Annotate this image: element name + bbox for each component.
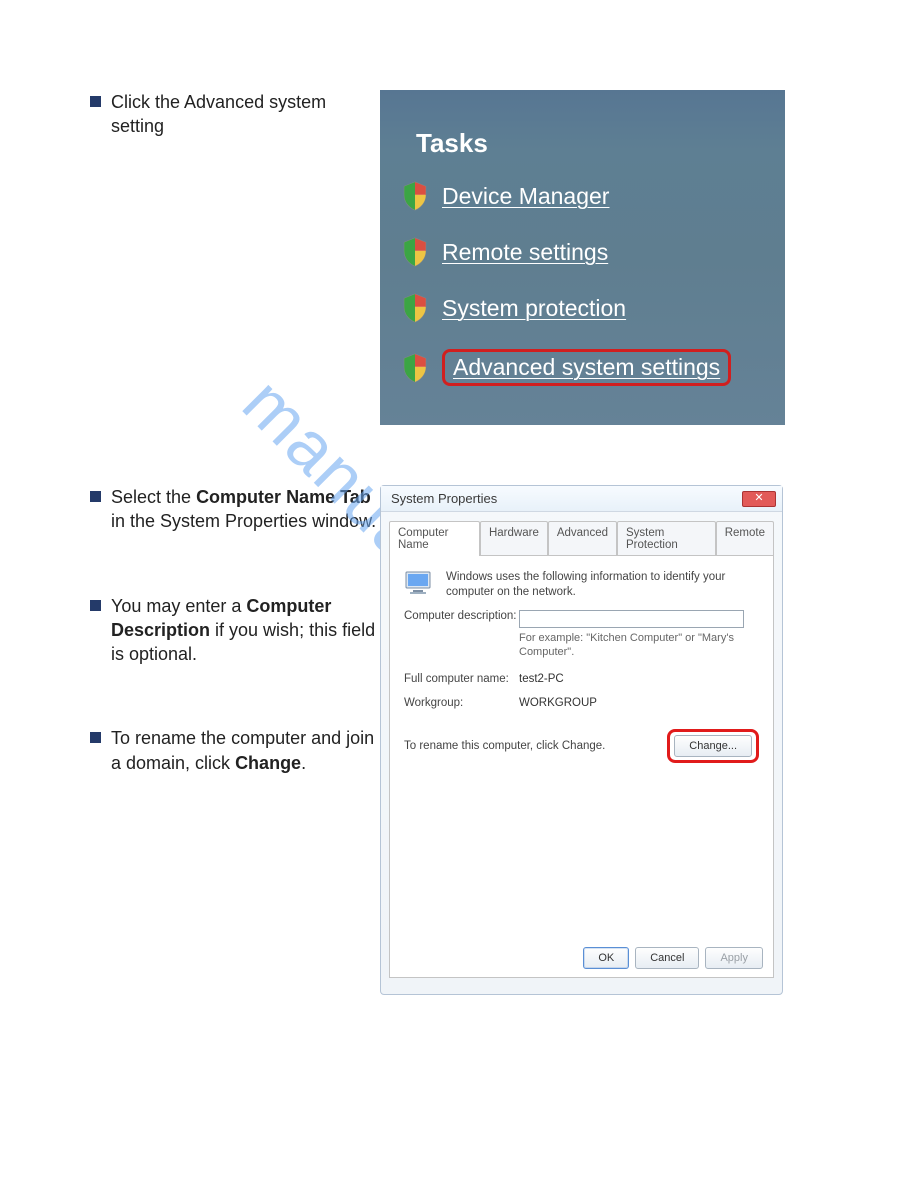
tab-bar: Computer Name Hardware Advanced System P…	[389, 520, 774, 555]
change-button[interactable]: Change...	[674, 735, 752, 757]
close-button[interactable]: ✕	[742, 491, 776, 507]
step-2-pre: Select the	[111, 487, 196, 507]
step-3-pre: You may enter a	[111, 596, 246, 616]
step-1-text: Click the Advanced system setting	[111, 90, 380, 139]
shield-icon	[402, 237, 428, 267]
label-full-computer-name: Full computer name:	[404, 673, 519, 685]
highlight-box: Change...	[667, 729, 759, 763]
task-system-protection[interactable]: System protection	[402, 293, 765, 323]
dialog-info-text: Windows uses the following information t…	[446, 570, 759, 600]
apply-button[interactable]: Apply	[705, 947, 763, 969]
step-2: Select the Computer Name Tab in the Syst…	[90, 485, 380, 534]
steps-column: Select the Computer Name Tab in the Syst…	[90, 485, 380, 775]
tab-panel-computer-name: Windows uses the following information t…	[389, 555, 774, 978]
task-remote-settings[interactable]: Remote settings	[402, 237, 765, 267]
bullet-icon	[90, 96, 101, 107]
row-rename: To rename this computer, click Change. C…	[404, 729, 759, 763]
row-step-1-tasks: Click the Advanced system setting Tasks …	[90, 90, 838, 425]
shield-icon	[402, 293, 428, 323]
cancel-button[interactable]: Cancel	[635, 947, 699, 969]
rename-text: To rename this computer, click Change.	[404, 740, 605, 752]
close-icon: ✕	[754, 493, 763, 504]
shield-icon	[402, 353, 428, 383]
step-1: Click the Advanced system setting	[90, 90, 380, 139]
task-link-remote-settings[interactable]: Remote settings	[442, 239, 608, 266]
tab-computer-name[interactable]: Computer Name	[389, 521, 480, 556]
value-workgroup: WORKGROUP	[519, 697, 597, 709]
dialog-info-line: Windows uses the following information t…	[404, 570, 759, 600]
step-2-post: in the System Properties window.	[111, 511, 376, 531]
bullet-icon	[90, 491, 101, 502]
step-4: To rename the computer and join a domain…	[90, 726, 380, 775]
ok-button[interactable]: OK	[583, 947, 629, 969]
system-properties-dialog: System Properties ✕ Computer Name Hardwa…	[380, 485, 783, 995]
highlight-box: Advanced system settings	[442, 349, 731, 386]
row-full-computer-name: Full computer name: test2-PC	[404, 673, 759, 685]
step-4-text: To rename the computer and join a domain…	[111, 726, 380, 775]
tasks-title: Tasks	[416, 128, 765, 159]
row-computer-description: Computer description:	[404, 610, 759, 628]
step-2-text: Select the Computer Name Tab in the Syst…	[111, 485, 380, 534]
computer-description-input[interactable]	[519, 610, 744, 628]
task-device-manager[interactable]: Device Manager	[402, 181, 765, 211]
bullet-icon	[90, 600, 101, 611]
step-3-text: You may enter a Computer Description if …	[111, 594, 380, 667]
tab-system-protection[interactable]: System Protection	[617, 521, 716, 556]
tasks-panel: Tasks Device Manager Remote settings	[380, 90, 785, 425]
value-full-computer-name: test2-PC	[519, 673, 564, 685]
computer-icon	[404, 570, 436, 598]
row-workgroup: Workgroup: WORKGROUP	[404, 697, 759, 709]
dialog-button-row: OK Cancel Apply	[583, 947, 763, 969]
step-4-bold: Change	[235, 753, 301, 773]
bullet-icon	[90, 732, 101, 743]
task-advanced-system-settings[interactable]: Advanced system settings	[402, 349, 765, 386]
description-hint: For example: "Kitchen Computer" or "Mary…	[519, 632, 759, 660]
tab-remote[interactable]: Remote	[716, 521, 774, 556]
step-2-bold: Computer Name Tab	[196, 487, 371, 507]
tab-hardware[interactable]: Hardware	[480, 521, 548, 556]
task-link-system-protection[interactable]: System protection	[442, 295, 626, 322]
task-link-device-manager[interactable]: Device Manager	[442, 183, 609, 210]
dialog-titlebar: System Properties ✕	[381, 486, 782, 512]
dialog-title: System Properties	[391, 491, 497, 506]
label-computer-description: Computer description:	[404, 610, 519, 622]
task-link-advanced-system-settings[interactable]: Advanced system settings	[453, 354, 720, 380]
row-steps-2-4-dialog: Select the Computer Name Tab in the Syst…	[90, 485, 838, 995]
shield-icon	[402, 181, 428, 211]
step-3: You may enter a Computer Description if …	[90, 594, 380, 667]
label-workgroup: Workgroup:	[404, 697, 519, 709]
step-4-post: .	[301, 753, 306, 773]
tab-advanced[interactable]: Advanced	[548, 521, 617, 556]
